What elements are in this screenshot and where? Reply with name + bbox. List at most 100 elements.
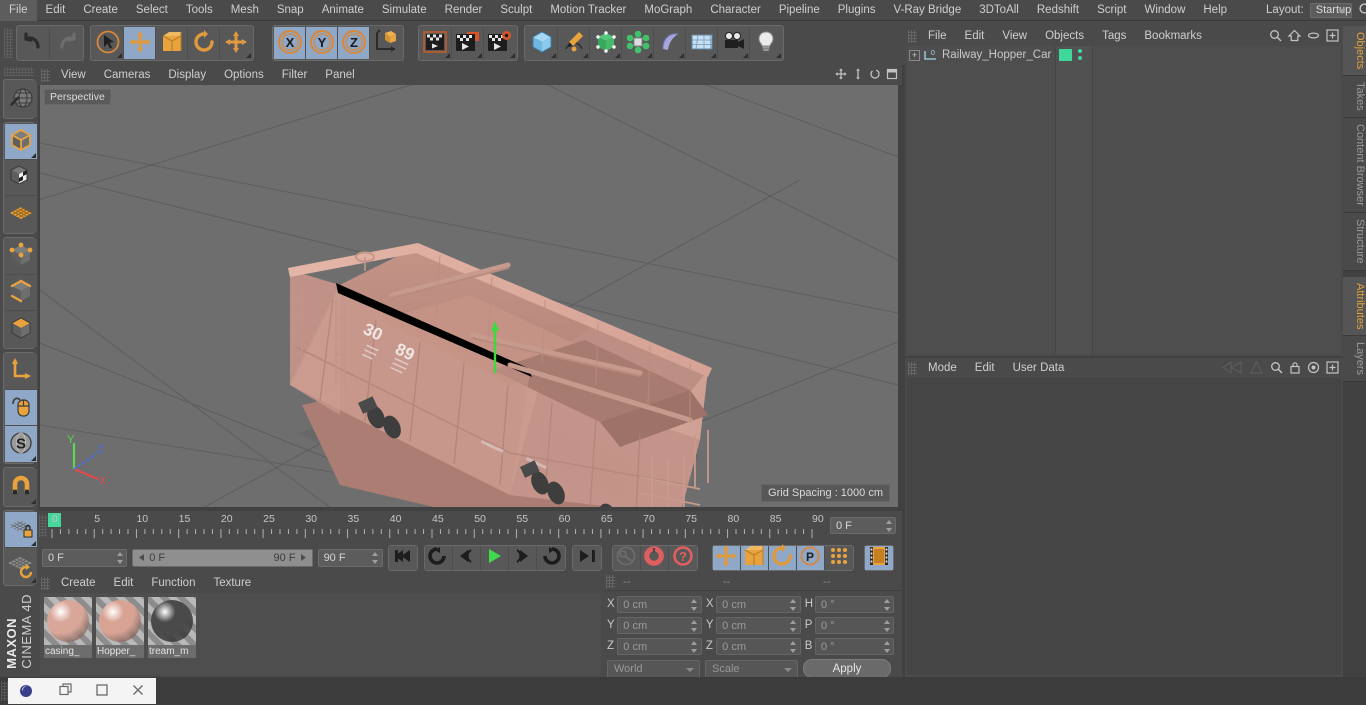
record-pla-button[interactable]: P bbox=[796, 545, 825, 570]
home-icon[interactable] bbox=[1287, 29, 1302, 45]
coord-input-position-y[interactable]: 0 cm bbox=[617, 616, 702, 634]
record-point-level-animation-button[interactable] bbox=[824, 545, 853, 570]
spinner-icon[interactable] bbox=[691, 640, 698, 653]
edges-mode-button[interactable] bbox=[5, 275, 37, 311]
lock-icon[interactable] bbox=[1289, 361, 1301, 377]
menu-character[interactable]: Character bbox=[701, 0, 770, 21]
spinner-icon[interactable] bbox=[790, 640, 797, 653]
end-frame-input[interactable]: 90 F bbox=[317, 548, 383, 567]
timeline-grip[interactable] bbox=[39, 515, 47, 537]
menu-create[interactable]: Create bbox=[74, 0, 127, 21]
dock-tab-structure[interactable]: Structure bbox=[1343, 212, 1366, 271]
model-mode-button[interactable] bbox=[5, 124, 37, 160]
menu-simulate[interactable]: Simulate bbox=[373, 0, 436, 21]
scale-viewport-icon[interactable] bbox=[852, 68, 864, 83]
menu-mograph[interactable]: MoGraph bbox=[635, 0, 701, 21]
snap-magnet-button[interactable] bbox=[5, 469, 37, 505]
objectmgr-menu-view[interactable]: View bbox=[993, 26, 1036, 46]
object-manager-grip[interactable] bbox=[908, 29, 917, 43]
viewport-menu-filter[interactable]: Filter bbox=[273, 65, 317, 85]
dock-tab-objects[interactable]: Objects bbox=[1343, 26, 1366, 77]
objectmgr-menu-edit[interactable]: Edit bbox=[956, 26, 994, 46]
timeline-ruler[interactable]: 0 5 10 15 20 25 30 35 40 45 50 55 60 65 70 75 80 85 90 bbox=[48, 513, 828, 541]
menu-select[interactable]: Select bbox=[127, 0, 177, 21]
railway-hopper-car-model[interactable]: 30 89 bbox=[40, 85, 898, 507]
move-tool[interactable] bbox=[124, 27, 156, 59]
step-back-button[interactable] bbox=[452, 545, 481, 570]
objectmgr-menu-bookmarks[interactable]: Bookmarks bbox=[1135, 26, 1211, 46]
material-menu-create[interactable]: Create bbox=[52, 573, 105, 593]
render-view-button[interactable] bbox=[420, 27, 452, 59]
target-icon[interactable] bbox=[1307, 361, 1320, 377]
dropdown-corner-icon[interactable] bbox=[117, 53, 122, 58]
timeline-current-frame-field[interactable]: 0 F bbox=[830, 517, 896, 534]
rotate-viewport-icon[interactable] bbox=[869, 68, 881, 83]
lock-x-axis[interactable]: X bbox=[274, 27, 306, 59]
viewport-menu-display[interactable]: Display bbox=[159, 65, 215, 85]
enable-axis-modification-button[interactable] bbox=[5, 354, 37, 390]
back-arrow-icon[interactable] bbox=[1221, 360, 1243, 378]
spinner-icon[interactable] bbox=[691, 619, 698, 632]
add-environment-button[interactable] bbox=[654, 27, 686, 59]
maximize-window-button[interactable] bbox=[95, 683, 109, 700]
play-backwards-loop-button[interactable] bbox=[424, 545, 453, 570]
spinner-icon[interactable] bbox=[883, 640, 890, 653]
add-camera-button[interactable] bbox=[718, 27, 750, 59]
size-mode-dropdown[interactable]: Scale bbox=[705, 659, 798, 678]
dropdown-corner-icon[interactable] bbox=[615, 53, 620, 58]
dock-tab-layers[interactable]: Layers bbox=[1343, 336, 1366, 383]
material-swatch[interactable]: Hopper_ bbox=[96, 597, 144, 671]
viewport-menu-panel[interactable]: Panel bbox=[316, 65, 363, 85]
viewport-menu-cameras[interactable]: Cameras bbox=[95, 65, 160, 85]
live-selection-tool[interactable] bbox=[92, 27, 124, 59]
menu-mesh[interactable]: Mesh bbox=[222, 0, 268, 21]
spinner-icon[interactable] bbox=[883, 598, 890, 611]
viewport-solo-button[interactable] bbox=[5, 390, 37, 426]
dropdown-corner-icon[interactable] bbox=[711, 53, 716, 58]
taskbar-grip[interactable] bbox=[1, 681, 8, 701]
add-spline-button[interactable] bbox=[558, 27, 590, 59]
undo-button[interactable] bbox=[18, 27, 50, 59]
restore-window-button[interactable] bbox=[59, 682, 73, 700]
keyframe-selection-button[interactable]: ? bbox=[668, 545, 697, 570]
add-light-button[interactable] bbox=[750, 27, 782, 59]
objectmgr-menu-file[interactable]: File bbox=[919, 26, 956, 46]
toolbar-grip[interactable] bbox=[4, 28, 13, 58]
add-deformer-button[interactable] bbox=[622, 27, 654, 59]
soft-selection-button[interactable]: S bbox=[5, 426, 37, 462]
go-to-end-button[interactable] bbox=[572, 545, 601, 570]
autokeying-button[interactable] bbox=[640, 545, 669, 570]
menu-pipeline[interactable]: Pipeline bbox=[770, 0, 829, 21]
left-toolbar-grip[interactable] bbox=[4, 67, 34, 76]
redo-button[interactable] bbox=[50, 27, 82, 59]
dropdown-corner-icon[interactable] bbox=[31, 541, 36, 546]
perspective-viewport[interactable]: Perspective 30 89 Y X Z Grid Spacing: 1… bbox=[40, 85, 898, 507]
menu-file[interactable]: File bbox=[0, 0, 37, 21]
workplane-mode-button[interactable] bbox=[5, 196, 37, 232]
scale-tool[interactable] bbox=[156, 27, 188, 59]
close-window-button[interactable] bbox=[131, 683, 145, 700]
dropdown-corner-icon[interactable] bbox=[583, 53, 588, 58]
material-tag-icon[interactable] bbox=[1059, 49, 1072, 61]
menu-edit[interactable]: Edit bbox=[37, 0, 75, 21]
lock-z-axis[interactable]: Z bbox=[338, 27, 370, 59]
general-move-tool[interactable] bbox=[220, 27, 252, 59]
viewport-menu-options[interactable]: Options bbox=[215, 65, 273, 85]
step-forward-button[interactable] bbox=[508, 545, 537, 570]
spinner-icon[interactable] bbox=[372, 551, 379, 564]
dropdown-corner-icon[interactable] bbox=[776, 53, 781, 58]
texture-mode-button[interactable] bbox=[5, 160, 37, 196]
object-tree[interactable]: +0 Railway_Hopper_Car bbox=[907, 46, 1341, 354]
record-rotation-button[interactable] bbox=[768, 544, 797, 570]
dropdown-corner-icon[interactable] bbox=[31, 456, 36, 461]
add-cube-button[interactable] bbox=[526, 27, 558, 59]
coord-input-rotation-h[interactable]: 0 ° bbox=[815, 595, 895, 613]
animation-preview-button[interactable] bbox=[864, 545, 893, 570]
make-editable-button[interactable] bbox=[5, 81, 37, 117]
search-icon[interactable] bbox=[1270, 361, 1283, 377]
coord-input-rotation-b[interactable]: 0 ° bbox=[815, 637, 895, 655]
world-object-coordinate-toggle[interactable] bbox=[370, 27, 402, 59]
search-icon[interactable] bbox=[1269, 29, 1282, 45]
object-row[interactable]: +0 Railway_Hopper_Car bbox=[907, 46, 1341, 64]
layout-dropdown[interactable]: Startup bbox=[1309, 2, 1353, 18]
